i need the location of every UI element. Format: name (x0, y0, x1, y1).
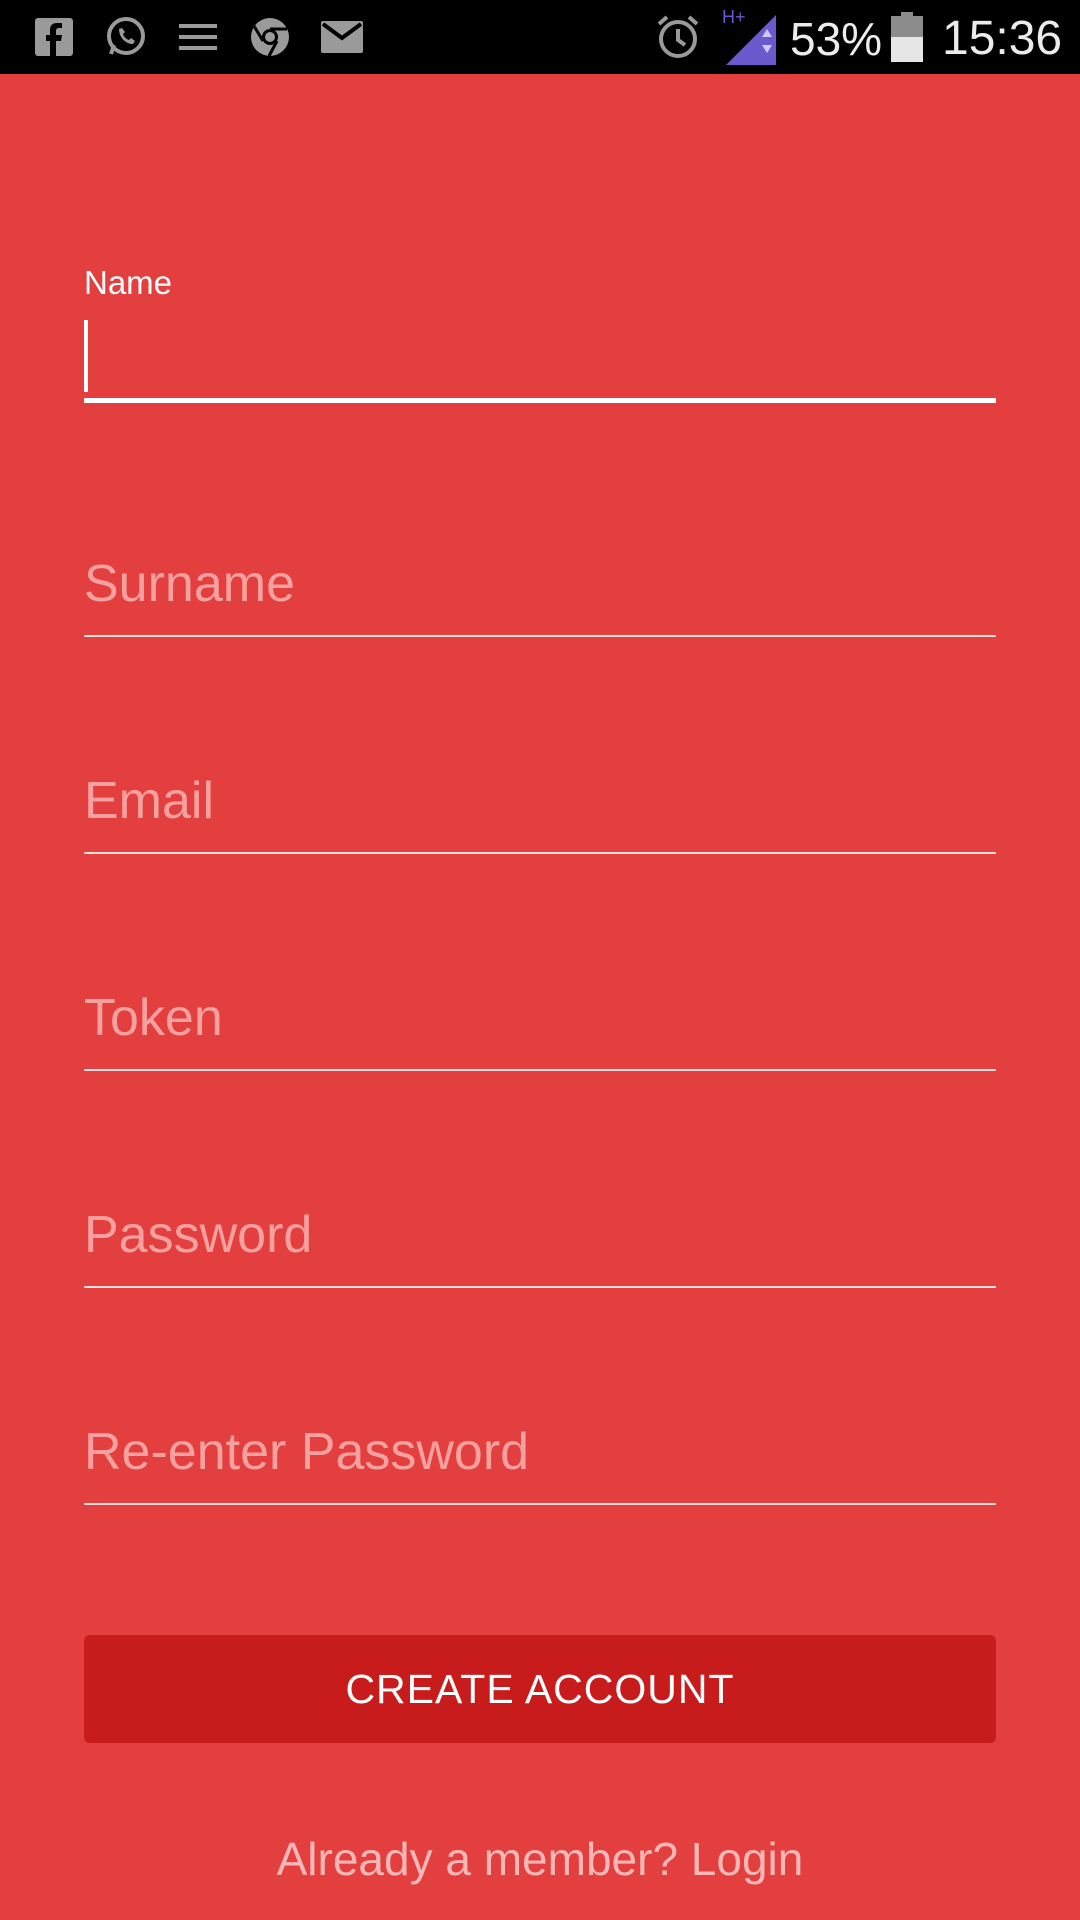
email-underline (84, 852, 996, 854)
surname-underline (84, 635, 996, 637)
name-field: Name (84, 264, 996, 424)
reenter-password-underline (84, 1503, 996, 1505)
name-input[interactable] (84, 320, 996, 392)
token-underline (84, 1069, 996, 1071)
password-input[interactable] (84, 1195, 996, 1275)
reenter-password-field (84, 1412, 996, 1512)
email-field (84, 761, 996, 861)
whatsapp-icon (104, 0, 148, 74)
status-bar: H+ 53% 15:36 (0, 0, 1080, 74)
clock: 15:36 (942, 12, 1063, 65)
login-link[interactable]: Already a member? Login (0, 1832, 1080, 1886)
surname-field (84, 544, 996, 644)
battery-percent: 53% (790, 13, 883, 65)
alarm-icon (654, 0, 702, 74)
email-input[interactable] (84, 761, 996, 841)
menu-lines-icon (178, 0, 218, 74)
surname-input[interactable] (84, 544, 996, 624)
signup-screen: Name CREATE ACCOUNT Already a member? Lo… (0, 74, 1080, 1920)
battery-icon (890, 0, 924, 74)
chrome-icon (248, 0, 292, 74)
facebook-icon (34, 0, 74, 74)
svg-text:H+: H+ (722, 7, 746, 27)
gmail-icon (320, 0, 364, 74)
signal-icon: H+ (722, 0, 778, 74)
name-label: Name (84, 264, 173, 301)
create-account-button[interactable]: CREATE ACCOUNT (84, 1635, 996, 1743)
name-underline (84, 398, 996, 403)
token-field (84, 978, 996, 1078)
token-input[interactable] (84, 978, 996, 1058)
password-field (84, 1195, 996, 1295)
reenter-password-input[interactable] (84, 1412, 996, 1492)
password-underline (84, 1286, 996, 1288)
